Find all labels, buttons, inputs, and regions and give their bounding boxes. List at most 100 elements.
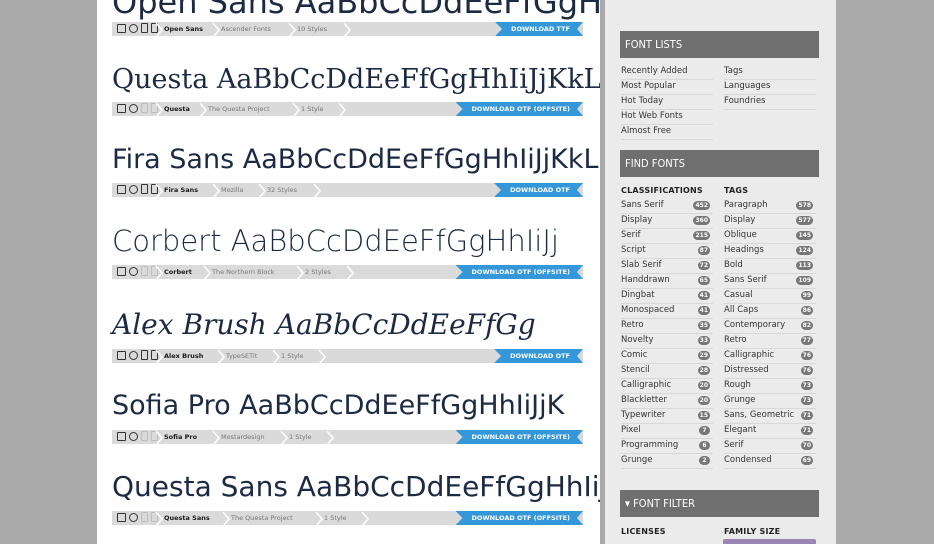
breadcrumb-separator — [313, 183, 321, 199]
font-sample[interactable]: Questa AaBbCcDdEeFfGgHhIiJjKkLl — [112, 66, 600, 93]
font-name-link[interactable]: Open Sans — [164, 22, 203, 36]
download-button[interactable]: DOWNLOAD OTF (OFFSITE) — [456, 265, 583, 279]
font-filter-header[interactable]: ▾ FONT FILTER — [620, 490, 819, 517]
classification-item[interactable]: Handdrawn 65 — [621, 273, 713, 289]
font-list-link[interactable]: Hot Today — [621, 94, 713, 110]
foundry-link[interactable]: Ascender Fonts — [221, 22, 271, 36]
classification-item[interactable]: Serif 215 — [621, 228, 713, 244]
font-list-link[interactable]: Foundries — [724, 94, 816, 110]
foundry-link[interactable]: The Northern Block — [212, 265, 275, 279]
count-badge: 71 — [800, 411, 813, 420]
font-list-link[interactable]: Languages — [724, 79, 816, 95]
classification-item[interactable]: Programming 6 — [621, 438, 713, 454]
tag-item[interactable]: Bold 113 — [724, 258, 816, 274]
download-button[interactable]: DOWNLOAD OTF — [494, 349, 583, 363]
tag-item[interactable]: Serif 70 — [724, 438, 816, 454]
classification-item[interactable]: Pixel 7 — [621, 423, 713, 439]
foundry-link[interactable]: The Questa Project — [231, 511, 293, 525]
classification-item[interactable]: Dingbat 41 — [621, 288, 713, 304]
classification-item[interactable]: Stencil 28 — [621, 363, 713, 379]
classification-item[interactable]: Comic 29 — [621, 348, 713, 364]
classification-item-label: Sans Serif — [621, 200, 664, 210]
tag-item-label: Distressed — [724, 365, 769, 375]
font-sample[interactable]: Open Sans AaBbCcDdEeFfGgHhIiJj — [112, 0, 600, 18]
foundry-link[interactable]: Mozilla — [221, 183, 243, 197]
classification-item[interactable]: Novelty 33 — [621, 333, 713, 349]
styles-count-link[interactable]: 1 Style — [324, 511, 347, 525]
font-sample[interactable]: Fira Sans AaBbCcDdEeFfGgHhIiJjKkL — [112, 146, 599, 173]
classification-item[interactable]: Display 360 — [621, 213, 713, 229]
font-name-link[interactable]: Corbert — [164, 265, 192, 279]
download-button[interactable]: DOWNLOAD OTF — [494, 183, 583, 197]
font-name-link[interactable]: Fira Sans — [164, 183, 198, 197]
tag-item[interactable]: Grunge 73 — [724, 393, 816, 409]
font-sample[interactable]: Alex Brush AaBbCcDdEeFfGg — [112, 311, 536, 339]
tag-item[interactable]: Rough 73 — [724, 378, 816, 394]
phone-icon — [141, 184, 148, 194]
breadcrumb-separator — [199, 102, 207, 118]
foundry-link[interactable]: Mostardesign — [221, 430, 265, 444]
tag-item[interactable]: Casual 99 — [724, 288, 816, 304]
styles-count-link[interactable]: 1 Style — [289, 430, 312, 444]
tag-item[interactable]: Elegant 71 — [724, 423, 816, 439]
download-button[interactable]: DOWNLOAD OTF (OFFSITE) — [456, 511, 583, 525]
tag-item[interactable]: Sans Serif 109 — [724, 273, 816, 289]
styles-count-link[interactable]: 1 Style — [281, 349, 304, 363]
font-name-link[interactable]: Sofia Pro — [164, 430, 197, 444]
foundry-link[interactable]: The Questa Project — [208, 102, 270, 116]
font-lists-header: FONT LISTS — [620, 31, 819, 58]
tag-item[interactable]: Distressed 76 — [724, 363, 816, 379]
count-badge: 72 — [697, 261, 710, 270]
tag-item[interactable]: Headings 124 — [724, 243, 816, 259]
tag-item[interactable]: Contemporary 82 — [724, 318, 816, 334]
font-sample[interactable]: Sofia Pro AaBbCcDdEeFfGgHhIiJjK — [112, 392, 564, 419]
tags-label: TAGS — [724, 186, 749, 195]
classification-item[interactable]: Monospaced 41 — [621, 303, 713, 319]
font-list-link[interactable]: Almost Free — [621, 124, 713, 140]
tag-item[interactable]: All Caps 86 — [724, 303, 816, 319]
font-list-link[interactable]: Hot Web Fonts — [621, 109, 713, 125]
font-list-link[interactable]: Recently Added — [621, 64, 713, 80]
font-name-link[interactable]: Alex Brush — [164, 349, 203, 363]
download-button[interactable]: DOWNLOAD OTF (OFFSITE) — [456, 102, 583, 116]
classification-item-label: Display — [621, 215, 653, 225]
download-button[interactable]: DOWNLOAD OTF (OFFSITE) — [456, 430, 583, 444]
font-sample[interactable]: Corbert AaBbCcDdEeFfGgHhIiJj — [112, 227, 559, 256]
download-button[interactable]: DOWNLOAD TTF — [495, 22, 583, 36]
count-badge: 87 — [697, 246, 710, 255]
font-name-link[interactable]: Questa Sans — [164, 511, 210, 525]
tag-item[interactable]: Paragraph 578 — [724, 198, 816, 214]
font-info-bar: Questa Sans The Questa Project 1 Style DOWN… — [112, 511, 583, 527]
sidebar: FONT LISTS Recently Added Most Popular Hot… — [605, 0, 836, 544]
family-size-slider[interactable] — [723, 539, 816, 544]
phone-icon — [141, 266, 148, 276]
styles-count-link[interactable]: 2 Styles — [305, 265, 331, 279]
tag-item[interactable]: Retro 77 — [724, 333, 816, 349]
foundry-link[interactable]: TypeSETit — [226, 349, 257, 363]
font-name-link[interactable]: Questa — [164, 102, 190, 116]
classification-item[interactable]: Blackletter 20 — [621, 393, 713, 409]
classification-item[interactable]: Grunge 2 — [621, 453, 713, 469]
styles-count-link[interactable]: 1 Style — [301, 102, 324, 116]
classification-item[interactable]: Slab Serif 72 — [621, 258, 713, 274]
styles-count-link[interactable]: 32 Styles — [267, 183, 297, 197]
tag-item-label: Grunge — [724, 395, 756, 405]
tag-item-label: Rough — [724, 380, 751, 390]
classification-item[interactable]: Retro 35 — [621, 318, 713, 334]
font-sample[interactable]: Questa Sans AaBbCcDdEeFfGgHhIiJj — [112, 473, 600, 501]
font-list-link[interactable]: Most Popular — [621, 79, 713, 95]
breadcrumb-separator — [296, 265, 304, 281]
tag-item-label: Oblique — [724, 230, 757, 240]
classification-item[interactable]: Sans Serif 452 — [621, 198, 713, 214]
tag-item[interactable]: Condensed 69 — [724, 453, 816, 469]
tag-item[interactable]: Oblique 145 — [724, 228, 816, 244]
tag-item[interactable]: Calligraphic 76 — [724, 348, 816, 364]
font-list-link[interactable]: Tags — [724, 64, 816, 80]
tag-item[interactable]: Sans, Geometric 71 — [724, 408, 816, 424]
tag-item[interactable]: Display 577 — [724, 213, 816, 229]
count-badge: 578 — [796, 201, 813, 210]
classification-item[interactable]: Calligraphic 20 — [621, 378, 713, 394]
classification-item[interactable]: Typewriter 15 — [621, 408, 713, 424]
classification-item[interactable]: Script 87 — [621, 243, 713, 259]
styles-count-link[interactable]: 10 Styles — [297, 22, 327, 36]
